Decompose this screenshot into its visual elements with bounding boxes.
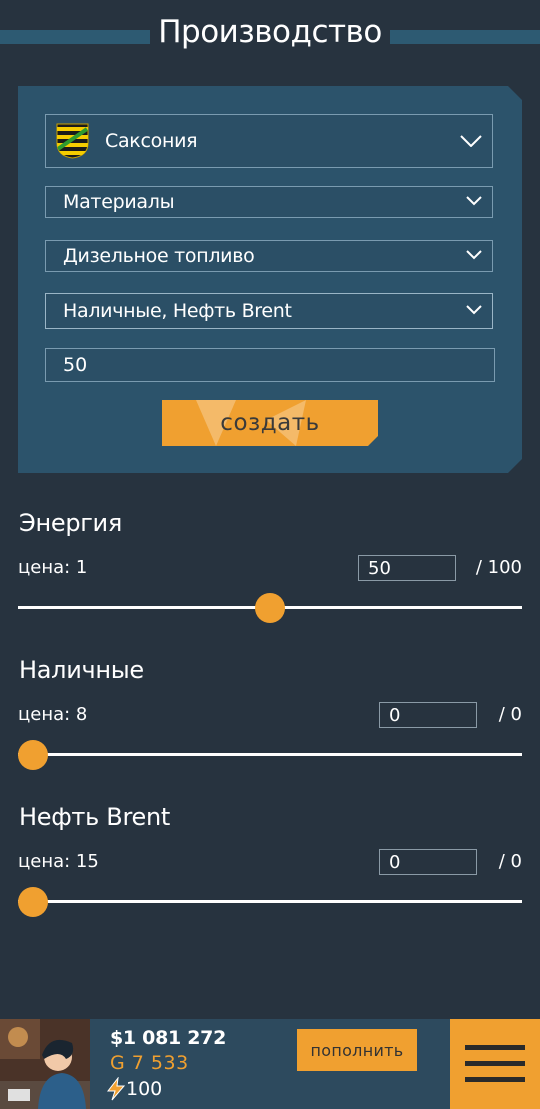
resource-price: цена: 1 (18, 557, 88, 578)
page-title: Производство (150, 14, 390, 50)
resources-value: Наличные, Нефть Brent (63, 300, 292, 322)
gold-balance: G 7 533 (110, 1052, 189, 1074)
resource-max: / 0 (498, 704, 522, 725)
category-value: Материалы (63, 191, 175, 213)
create-button-label: создать (220, 410, 320, 436)
chevron-down-icon (466, 196, 482, 206)
resource-amount-input[interactable]: 0 (379, 702, 477, 728)
resource-name: Нефть Brent (19, 803, 170, 831)
create-button[interactable]: создать (162, 400, 378, 446)
bottom-bar: $1 081 272 G 7 533 100 пополнить (0, 1019, 540, 1109)
resource-slider-thumb[interactable] (18, 740, 48, 770)
resource-energy: Энергия цена: 1 50 / 100 (18, 509, 522, 629)
product-select[interactable]: Дизельное топливо (45, 240, 493, 272)
chevron-down-icon (466, 305, 482, 315)
money-balance: $1 081 272 (110, 1027, 226, 1049)
resource-slider-track[interactable] (18, 753, 522, 756)
region-select[interactable]: Саксония (45, 114, 493, 168)
resource-amount-input[interactable]: 50 (358, 555, 456, 581)
resource-amount: 50 (368, 557, 391, 579)
saxony-flag-icon (56, 123, 89, 159)
chevron-down-icon (460, 135, 482, 147)
resource-cash: Наличные цена: 8 0 / 0 (18, 656, 522, 776)
resource-slider-thumb[interactable] (255, 593, 285, 623)
resource-amount: 0 (389, 704, 401, 726)
quantity-value: 50 (63, 354, 88, 376)
resource-price: цена: 15 (18, 851, 99, 872)
page-header: Производство (0, 0, 540, 75)
resource-max: / 100 (475, 557, 522, 578)
lightning-icon (106, 1077, 126, 1101)
energy-balance: 100 (106, 1077, 162, 1101)
region-value: Саксония (105, 130, 198, 152)
resource-slider-track[interactable] (18, 900, 522, 903)
resource-price: цена: 8 (18, 704, 88, 725)
topup-button[interactable]: пополнить (297, 1029, 417, 1071)
avatar[interactable] (0, 1019, 90, 1109)
resource-amount-input[interactable]: 0 (379, 849, 477, 875)
resource-brent-oil: Нефть Brent цена: 15 0 / 0 (18, 803, 522, 923)
category-select[interactable]: Материалы (45, 186, 493, 218)
menu-button[interactable] (450, 1019, 540, 1109)
resource-max: / 0 (498, 851, 522, 872)
resource-slider-thumb[interactable] (18, 887, 48, 917)
production-form: Саксония Материалы Дизельное топливо Нал… (18, 86, 522, 473)
product-value: Дизельное топливо (63, 245, 255, 267)
resource-name: Энергия (19, 509, 122, 537)
resources-select[interactable]: Наличные, Нефть Brent (45, 293, 493, 329)
resource-name: Наличные (19, 656, 144, 684)
resource-amount: 0 (389, 851, 401, 873)
quantity-input[interactable]: 50 (45, 348, 495, 382)
chevron-down-icon (466, 250, 482, 260)
energy-value: 100 (126, 1078, 163, 1100)
